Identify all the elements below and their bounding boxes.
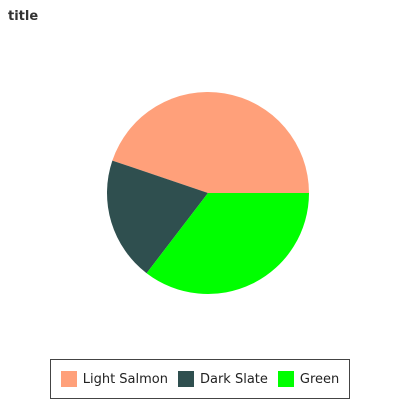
legend-label-green: Green	[299, 371, 340, 387]
legend-item-light-salmon: Light Salmon	[60, 371, 168, 387]
legend-swatch-light-salmon	[60, 371, 77, 387]
legend-item-dark-slate: Dark Slate	[177, 371, 268, 387]
legend-item-green: Green	[277, 371, 340, 387]
legend-swatch-dark-slate	[177, 371, 194, 387]
legend: Light Salmon Dark Slate Green	[50, 359, 350, 399]
legend-swatch-green	[277, 371, 294, 387]
pie-chart	[106, 91, 309, 294]
legend-label-light-salmon: Light Salmon	[82, 371, 168, 387]
legend-label-dark-slate: Dark Slate	[199, 371, 268, 387]
